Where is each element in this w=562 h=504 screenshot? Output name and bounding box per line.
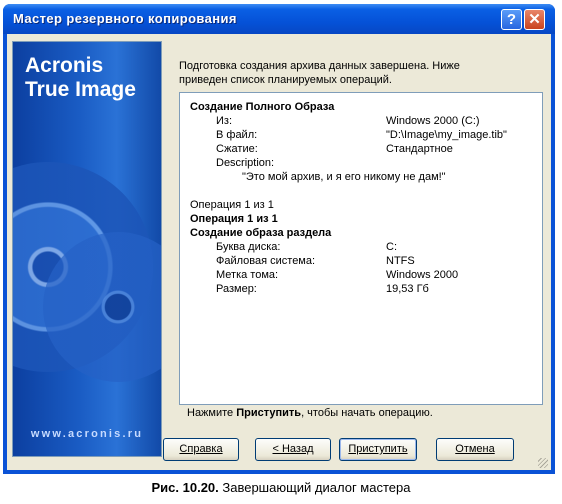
operation-counter: Операция 1 из 1 — [190, 199, 274, 211]
close-icon[interactable]: ✕ — [524, 9, 545, 30]
row-value: Windows 2000 (C:) — [386, 115, 480, 127]
description-label: Description: — [216, 157, 275, 169]
description-value: "Это мой архив, и я его никому не дам!" — [242, 171, 446, 183]
summary-heading: Создание образа раздела — [190, 227, 332, 239]
figure-caption: Рис. 10.20. Завершающий диалог мастера — [0, 480, 562, 495]
operation-counter-bold: Операция 1 из 1 — [190, 213, 278, 225]
back-button[interactable]: < Назад — [255, 438, 331, 461]
footer-instruction: Нажмите Приступить, чтобы начать операци… — [187, 407, 433, 419]
summary-heading: Создание Полного Образа — [190, 101, 335, 113]
row-value: 19,53 Гб — [386, 283, 429, 295]
dialog-body: Acronis True Image www.acronis.ru Подгот… — [7, 34, 551, 470]
caption-text: Завершающий диалог мастера — [218, 480, 411, 495]
proceed-button[interactable]: Приступить — [339, 438, 417, 461]
row-value: Стандартное — [386, 143, 453, 155]
brand-url: www.acronis.ru — [30, 428, 144, 440]
caption-label: Рис. 10.20. — [151, 480, 219, 495]
row-label: Файловая система: — [216, 255, 316, 267]
resize-grip-icon[interactable] — [538, 458, 548, 468]
row-label: Метка тома: — [216, 269, 279, 281]
operations-summary[interactable]: Создание Полного Образа Из: Windows 2000… — [179, 92, 543, 405]
row-value: C: — [386, 241, 397, 253]
row-label: Размер: — [216, 283, 257, 295]
cancel-button[interactable]: Отмена — [436, 438, 514, 461]
title-bar[interactable]: Мастер резервного копирования ? ✕ — [3, 4, 555, 34]
acronis-banner: Acronis True Image www.acronis.ru — [12, 41, 162, 457]
window-title: Мастер резервного копирования — [13, 11, 237, 26]
footer-suffix: , чтобы начать операцию. — [301, 407, 433, 419]
row-label: В файл: — [216, 129, 258, 141]
row-value: NTFS — [386, 255, 415, 267]
intro-text: Подготовка создания архива данных заверш… — [179, 60, 460, 86]
help-button[interactable]: Справка — [163, 438, 239, 461]
row-label: Из: — [216, 115, 233, 127]
wizard-window: Мастер резервного копирования ? ✕ Acroni… — [3, 4, 555, 474]
row-label: Сжатие: — [216, 143, 258, 155]
brand-line-2: True Image — [25, 78, 136, 101]
footer-action: Приступить — [236, 407, 302, 419]
brand-line-1: Acronis — [25, 54, 104, 77]
footer-prefix: Нажмите — [187, 407, 237, 419]
row-value: Windows 2000 — [386, 269, 459, 281]
row-label: Буква диска: — [216, 241, 281, 253]
row-value: "D:\Image\my_image.tib" — [386, 129, 507, 141]
help-question-icon[interactable]: ? — [501, 9, 522, 30]
